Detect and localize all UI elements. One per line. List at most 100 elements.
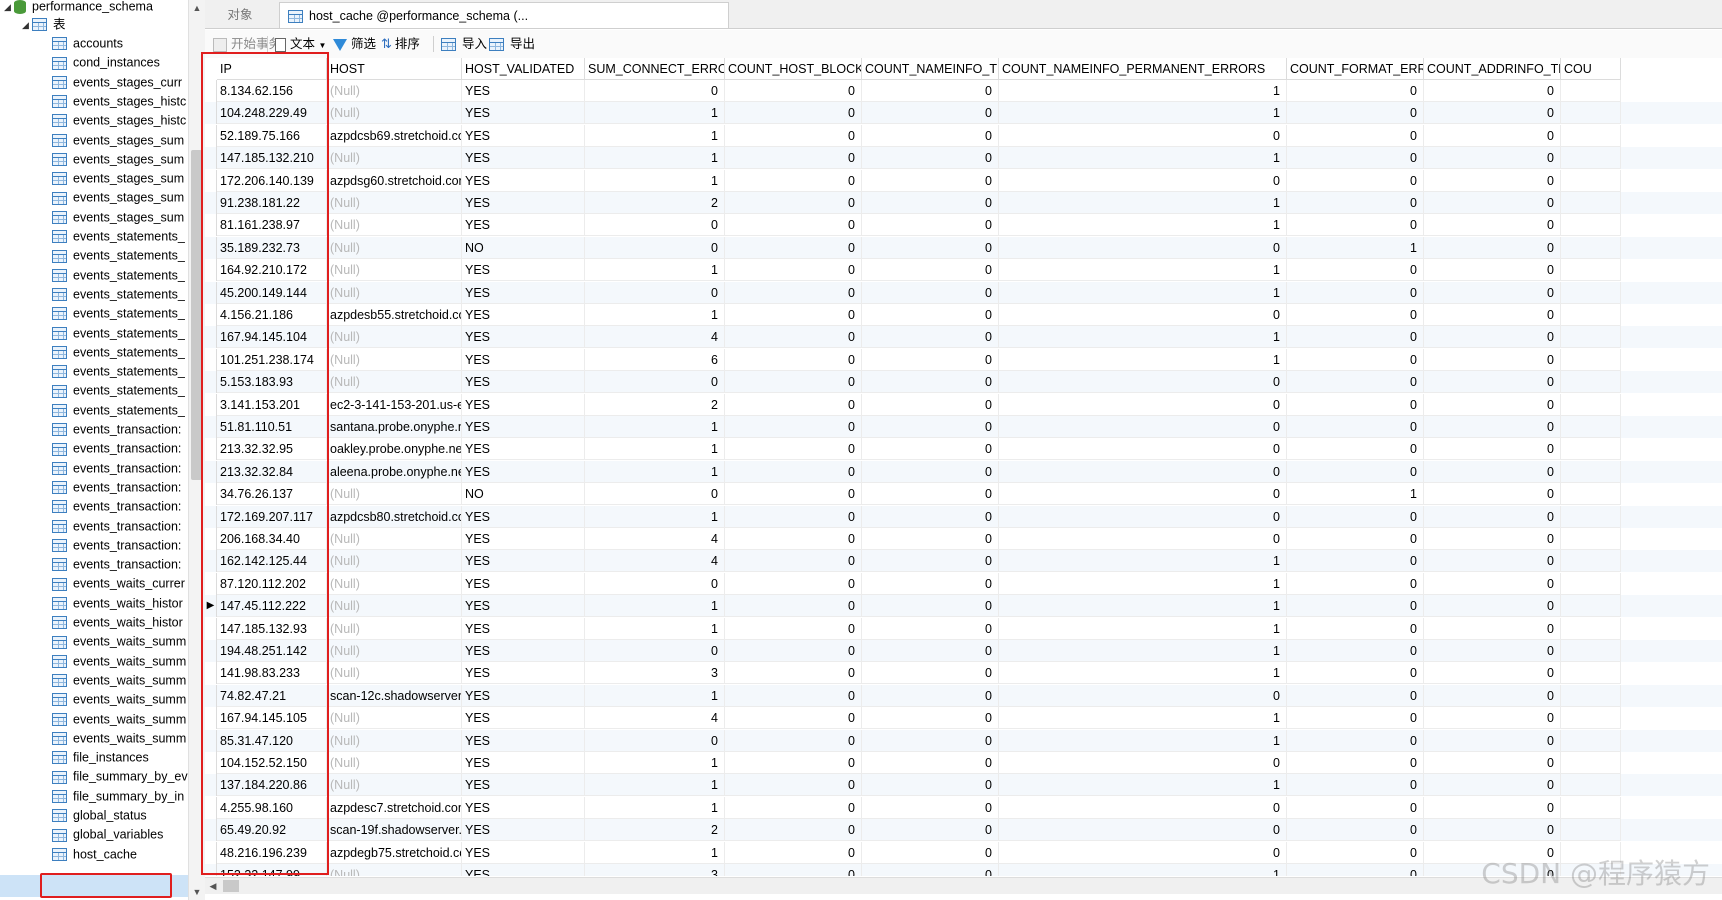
- table-cell[interactable]: 0: [1424, 528, 1561, 550]
- table-cell[interactable]: 0: [1424, 304, 1561, 326]
- table-row[interactable]: 162.142.125.44 (Null) YES 4 0 0 1 0 0: [205, 550, 1722, 573]
- table-cell[interactable]: 0: [862, 80, 999, 102]
- table-cell[interactable]: 0: [999, 483, 1287, 506]
- tree-item-table[interactable]: file_summary_by_in: [52, 786, 188, 806]
- table-cell[interactable]: 4.156.21.186: [217, 304, 327, 326]
- table-cell[interactable]: 152.32.147.99: [217, 864, 327, 876]
- scroll-up-icon[interactable]: ▲: [189, 0, 205, 16]
- table-cell[interactable]: 0: [1424, 192, 1561, 214]
- table-cell[interactable]: 0: [1424, 796, 1561, 819]
- table-cell[interactable]: 1: [999, 864, 1287, 876]
- table-cell[interactable]: 0: [1287, 416, 1424, 438]
- table-cell[interactable]: 0: [1287, 192, 1424, 214]
- table-cell[interactable]: 0: [1287, 393, 1424, 416]
- table-cell[interactable]: (Null): [327, 281, 462, 304]
- table-cell[interactable]: [1561, 371, 1621, 394]
- table-row[interactable]: 104.152.52.150 (Null) YES 1 0 0 0 0 0: [205, 752, 1722, 774]
- tree-item-table[interactable]: events_stages_sum: [52, 207, 188, 227]
- column-header[interactable]: COUNT_NAMEINFO_PERMANENT_ERRORS: [999, 58, 1287, 80]
- table-cell[interactable]: 0: [585, 729, 725, 752]
- begin-transaction-button[interactable]: 开始事务: [213, 30, 281, 58]
- table-cell[interactable]: 3: [585, 662, 725, 685]
- table-cell[interactable]: YES: [462, 819, 585, 842]
- table-cell[interactable]: 0: [1287, 528, 1424, 550]
- table-cell[interactable]: YES: [462, 214, 585, 237]
- table-cell[interactable]: 48.216.196.239: [217, 841, 327, 864]
- table-cell[interactable]: (Null): [327, 617, 462, 640]
- table-cell[interactable]: 0: [999, 236, 1287, 259]
- tree-item-table[interactable]: events_statements_: [52, 361, 188, 381]
- tree-item-table[interactable]: events_stages_sum: [52, 130, 188, 150]
- table-cell[interactable]: 0: [1424, 169, 1561, 192]
- table-cell[interactable]: 0: [725, 214, 862, 237]
- table-cell[interactable]: 0: [999, 304, 1287, 326]
- column-header[interactable]: HOST_VALIDATED: [462, 58, 585, 80]
- table-cell[interactable]: [1561, 460, 1621, 483]
- table-row[interactable]: 4.255.98.160 azpdesc7.stretchoid.com YES 1 0…: [205, 796, 1722, 819]
- table-cell[interactable]: 0: [725, 662, 862, 685]
- table-cell[interactable]: 172.206.140.139: [217, 169, 327, 192]
- table-cell[interactable]: 0: [725, 796, 862, 819]
- table-cell[interactable]: 0: [1424, 102, 1561, 125]
- table-row[interactable]: 206.168.34.40 (Null) YES 4 0 0 0 0 0: [205, 528, 1722, 550]
- table-cell[interactable]: azpdsg60.stretchoid.com: [327, 169, 462, 192]
- tree-item-table[interactable]: events_statements_: [52, 265, 188, 285]
- column-header[interactable]: COUNT_FORMAT_ERROR: [1287, 58, 1424, 80]
- table-cell[interactable]: YES: [462, 528, 585, 550]
- table-cell[interactable]: 0: [725, 528, 862, 550]
- table-cell[interactable]: 51.81.110.51: [217, 416, 327, 438]
- table-cell[interactable]: 4: [585, 326, 725, 349]
- table-cell[interactable]: 0: [585, 483, 725, 506]
- row-marker[interactable]: [205, 393, 217, 416]
- table-cell[interactable]: 0: [862, 752, 999, 774]
- table-cell[interactable]: 1: [585, 841, 725, 864]
- table-cell[interactable]: 213.32.32.84: [217, 460, 327, 483]
- table-cell[interactable]: 1: [585, 124, 725, 147]
- table-cell[interactable]: 0: [1287, 147, 1424, 170]
- table-cell[interactable]: 0: [862, 796, 999, 819]
- table-cell[interactable]: 0: [862, 326, 999, 349]
- table-cell[interactable]: (Null): [327, 147, 462, 170]
- table-cell[interactable]: 0: [862, 729, 999, 752]
- table-row[interactable]: 167.94.145.104 (Null) YES 4 0 0 1 0 0: [205, 326, 1722, 349]
- row-marker[interactable]: [205, 483, 217, 506]
- table-cell[interactable]: 0: [1287, 550, 1424, 573]
- table-cell[interactable]: 0: [1424, 371, 1561, 394]
- table-cell[interactable]: YES: [462, 348, 585, 371]
- table-cell[interactable]: 0: [1424, 236, 1561, 259]
- row-marker[interactable]: [205, 147, 217, 170]
- table-cell[interactable]: 1: [585, 505, 725, 528]
- table-cell[interactable]: (Null): [327, 864, 462, 876]
- table-cell[interactable]: 0: [1424, 214, 1561, 237]
- table-cell[interactable]: [1561, 707, 1621, 730]
- column-header[interactable]: IP: [217, 58, 327, 80]
- table-cell[interactable]: [1561, 236, 1621, 259]
- column-header[interactable]: HOST: [327, 58, 462, 80]
- table-cell[interactable]: 104.152.52.150: [217, 752, 327, 774]
- table-cell[interactable]: 1: [999, 595, 1287, 618]
- table-cell[interactable]: 0: [1424, 595, 1561, 618]
- table-cell[interactable]: 1: [999, 192, 1287, 214]
- table-cell[interactable]: 162.142.125.44: [217, 550, 327, 573]
- table-row[interactable]: 35.189.232.73 (Null) NO 0 0 0 0 1 0: [205, 236, 1722, 259]
- table-cell[interactable]: 0: [999, 371, 1287, 394]
- tree-item-table[interactable]: events_transaction:: [52, 516, 188, 536]
- row-marker[interactable]: [205, 528, 217, 550]
- tree-item-table[interactable]: events_statements_: [52, 323, 188, 343]
- column-header[interactable]: COU: [1561, 58, 1621, 80]
- table-cell[interactable]: 0: [1424, 707, 1561, 730]
- table-cell[interactable]: 1: [585, 438, 725, 461]
- table-cell[interactable]: 65.49.20.92: [217, 819, 327, 842]
- table-cell[interactable]: 35.189.232.73: [217, 236, 327, 259]
- table-cell[interactable]: [1561, 147, 1621, 170]
- table-cell[interactable]: 0: [1424, 550, 1561, 573]
- table-cell[interactable]: azpdcsb80.stretchoid.con: [327, 505, 462, 528]
- table-cell[interactable]: 0: [725, 192, 862, 214]
- table-cell[interactable]: 0: [725, 102, 862, 125]
- table-row[interactable]: 4.156.21.186 azpdesb55.stretchoid.con YES 1…: [205, 304, 1722, 326]
- table-cell[interactable]: 0: [725, 326, 862, 349]
- table-cell[interactable]: 0: [862, 393, 999, 416]
- table-cell[interactable]: 0: [999, 752, 1287, 774]
- tree-item-table[interactable]: events_transaction:: [52, 477, 188, 497]
- table-cell[interactable]: 0: [1287, 259, 1424, 282]
